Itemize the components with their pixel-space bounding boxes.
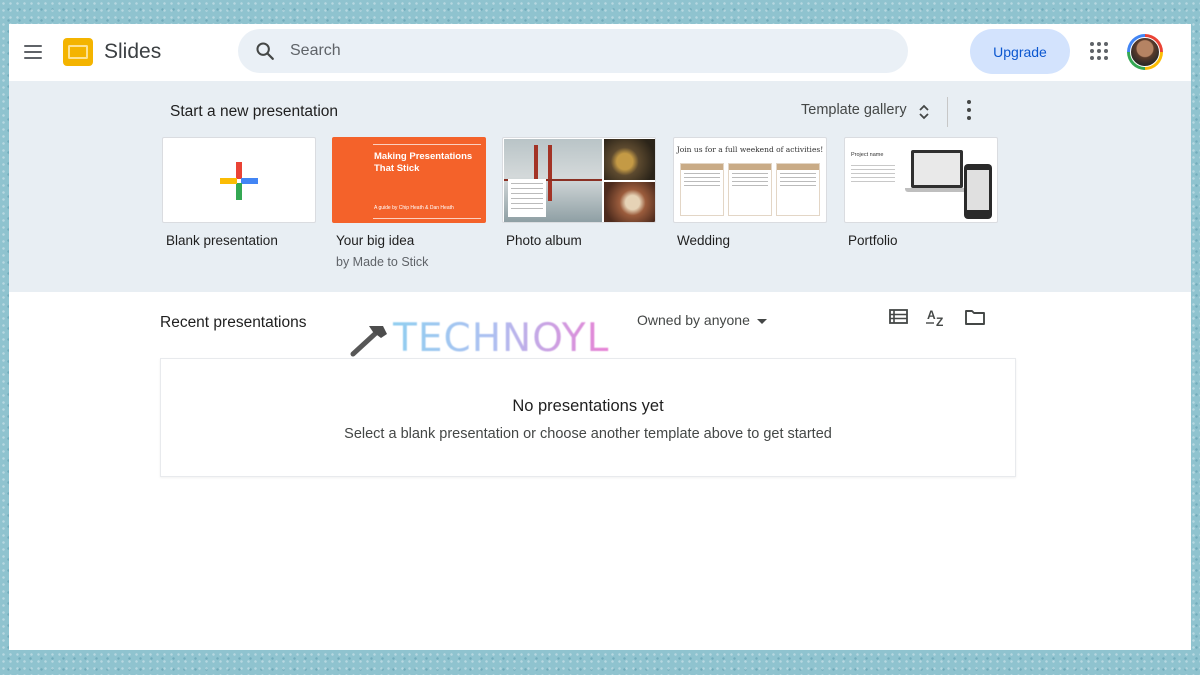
template-subtitle: by Made to Stick [336, 255, 429, 269]
sort-az-icon[interactable]: A Z [924, 305, 950, 329]
table-photo [604, 182, 655, 222]
thumbnail-subtitle: A guide by Chip Heath & Dan Heath [374, 205, 454, 211]
template-name: Your big idea [336, 233, 415, 248]
thumbnail-title: Making Presentations That Stick [374, 151, 473, 174]
template-blank[interactable]: Blank presentation [162, 137, 316, 248]
caret-down-icon [757, 319, 767, 324]
empty-state-subtitle: Select a blank presentation or choose an… [344, 426, 832, 442]
template-thumbnail[interactable] [162, 137, 316, 223]
svg-text:A: A [927, 308, 936, 322]
template-thumbnail[interactable]: Project name [844, 137, 998, 223]
list-view-icon[interactable] [886, 305, 912, 329]
template-thumbnail[interactable]: Making Presentations That Stick A guide … [332, 137, 486, 223]
owner-filter-label: Owned by anyone [637, 312, 750, 328]
main-menu-button[interactable] [21, 40, 45, 64]
template-section: Start a new presentation Template galler… [9, 81, 1191, 292]
unfold-icon [919, 104, 929, 120]
more-vert-icon[interactable] [959, 98, 979, 122]
divider [947, 97, 948, 127]
search-input[interactable]: Search [238, 29, 908, 73]
laptop-illustration [911, 150, 963, 188]
menu-icon [24, 45, 42, 47]
plus-icon [220, 162, 258, 200]
thumbnail-title: Join us for a full weekend of activities… [676, 145, 824, 154]
template-name: Wedding [677, 233, 731, 248]
template-name: Photo album [506, 233, 582, 248]
template-thumbnail[interactable] [502, 137, 656, 223]
template-photo-album[interactable]: Photo album [502, 137, 656, 248]
recent-presentations-title: Recent presentations [160, 314, 307, 331]
app-name[interactable]: Slides [104, 40, 161, 64]
search-placeholder: Search [290, 42, 341, 59]
avatar-photo [1130, 37, 1160, 67]
slides-home-window: Slides Search Upgrade Start a new presen… [9, 24, 1191, 650]
template-name: Blank presentation [166, 233, 278, 248]
template-wedding[interactable]: Join us for a full weekend of activities… [673, 137, 827, 248]
template-thumbnail[interactable]: Join us for a full weekend of activities… [673, 137, 827, 223]
slides-logo-icon[interactable] [62, 37, 94, 67]
empty-state-title: No presentations yet [512, 397, 664, 415]
template-portfolio[interactable]: Project name Portfolio [844, 137, 998, 248]
owner-filter-dropdown[interactable]: Owned by anyone [637, 309, 787, 337]
account-avatar[interactable] [1127, 34, 1163, 70]
template-name: Portfolio [848, 233, 898, 248]
apps-grid-icon[interactable] [1090, 42, 1110, 62]
svg-text:Z: Z [936, 315, 943, 329]
template-your-big-idea[interactable]: Making Presentations That Stick A guide … [332, 137, 486, 269]
upgrade-button[interactable]: Upgrade [970, 29, 1070, 74]
empty-state-card: No presentations yet Select a blank pres… [160, 358, 1016, 477]
thumbnail-title: Project name [851, 152, 884, 158]
template-gallery-button[interactable]: Template gallery [799, 96, 939, 126]
watermark-text: TECHNOYL [393, 316, 610, 361]
folder-icon[interactable] [962, 305, 988, 329]
search-icon[interactable] [254, 40, 276, 62]
section-title: Start a new presentation [170, 103, 339, 120]
template-gallery-label: Template gallery [801, 102, 907, 118]
hammer-icon [350, 326, 387, 357]
autumn-photo [604, 139, 655, 180]
top-bar: Slides Search Upgrade [9, 24, 1191, 81]
technoyl-watermark: TECHNOYL [345, 316, 635, 361]
bridge-photo [504, 139, 602, 222]
phone-illustration [964, 164, 992, 219]
